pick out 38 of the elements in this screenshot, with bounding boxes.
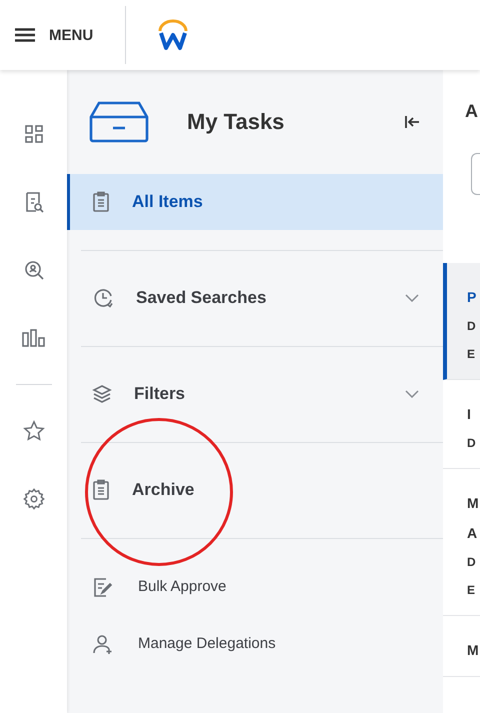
card-detail: E bbox=[467, 347, 476, 361]
settings-icon bbox=[22, 488, 44, 510]
clock-icon bbox=[92, 287, 114, 309]
task-card[interactable]: P D E bbox=[443, 263, 480, 380]
collapse-button[interactable] bbox=[403, 113, 421, 131]
page-title: A bbox=[464, 100, 479, 123]
card-title: M bbox=[467, 495, 480, 511]
menu-icon bbox=[15, 28, 35, 42]
card-title: M bbox=[467, 642, 480, 658]
chevron-icon bbox=[405, 294, 419, 302]
bar-chart-icon bbox=[22, 329, 46, 347]
dashboard-icon bbox=[24, 124, 44, 144]
clipboard-icon bbox=[92, 191, 110, 213]
task-menu-item[interactable]: All Items bbox=[67, 174, 443, 230]
card-detail: D bbox=[467, 436, 477, 450]
document-pencil-icon bbox=[92, 576, 114, 598]
panel-title: My Tasks bbox=[187, 109, 286, 135]
menu-button[interactable]: MENU bbox=[0, 6, 126, 64]
star-icon bbox=[22, 420, 44, 442]
card-detail: E bbox=[467, 583, 476, 597]
task-menu-item[interactable]: Manage Delegations bbox=[67, 615, 443, 672]
task-menu-item[interactable]: Archive bbox=[67, 462, 443, 518]
logo-icon[interactable] bbox=[156, 19, 190, 51]
chevron-icon bbox=[405, 390, 419, 398]
card-detail: D bbox=[467, 555, 477, 569]
layers-icon bbox=[92, 384, 112, 404]
clipboard-icon bbox=[92, 479, 110, 501]
card-title: I bbox=[467, 406, 472, 422]
task-menu-item[interactable]: Filters bbox=[67, 366, 443, 422]
card-title: P bbox=[467, 289, 478, 305]
person-search-icon bbox=[22, 259, 44, 281]
card-detail: D bbox=[467, 319, 477, 333]
document-search-icon bbox=[24, 191, 44, 213]
task-menu-item[interactable]: Bulk Approve bbox=[67, 558, 443, 615]
inbox-tray-icon bbox=[89, 101, 149, 143]
card-title: A bbox=[467, 525, 478, 541]
person-add-icon bbox=[92, 632, 114, 654]
task-menu-item[interactable]: Saved Searches bbox=[67, 270, 443, 326]
